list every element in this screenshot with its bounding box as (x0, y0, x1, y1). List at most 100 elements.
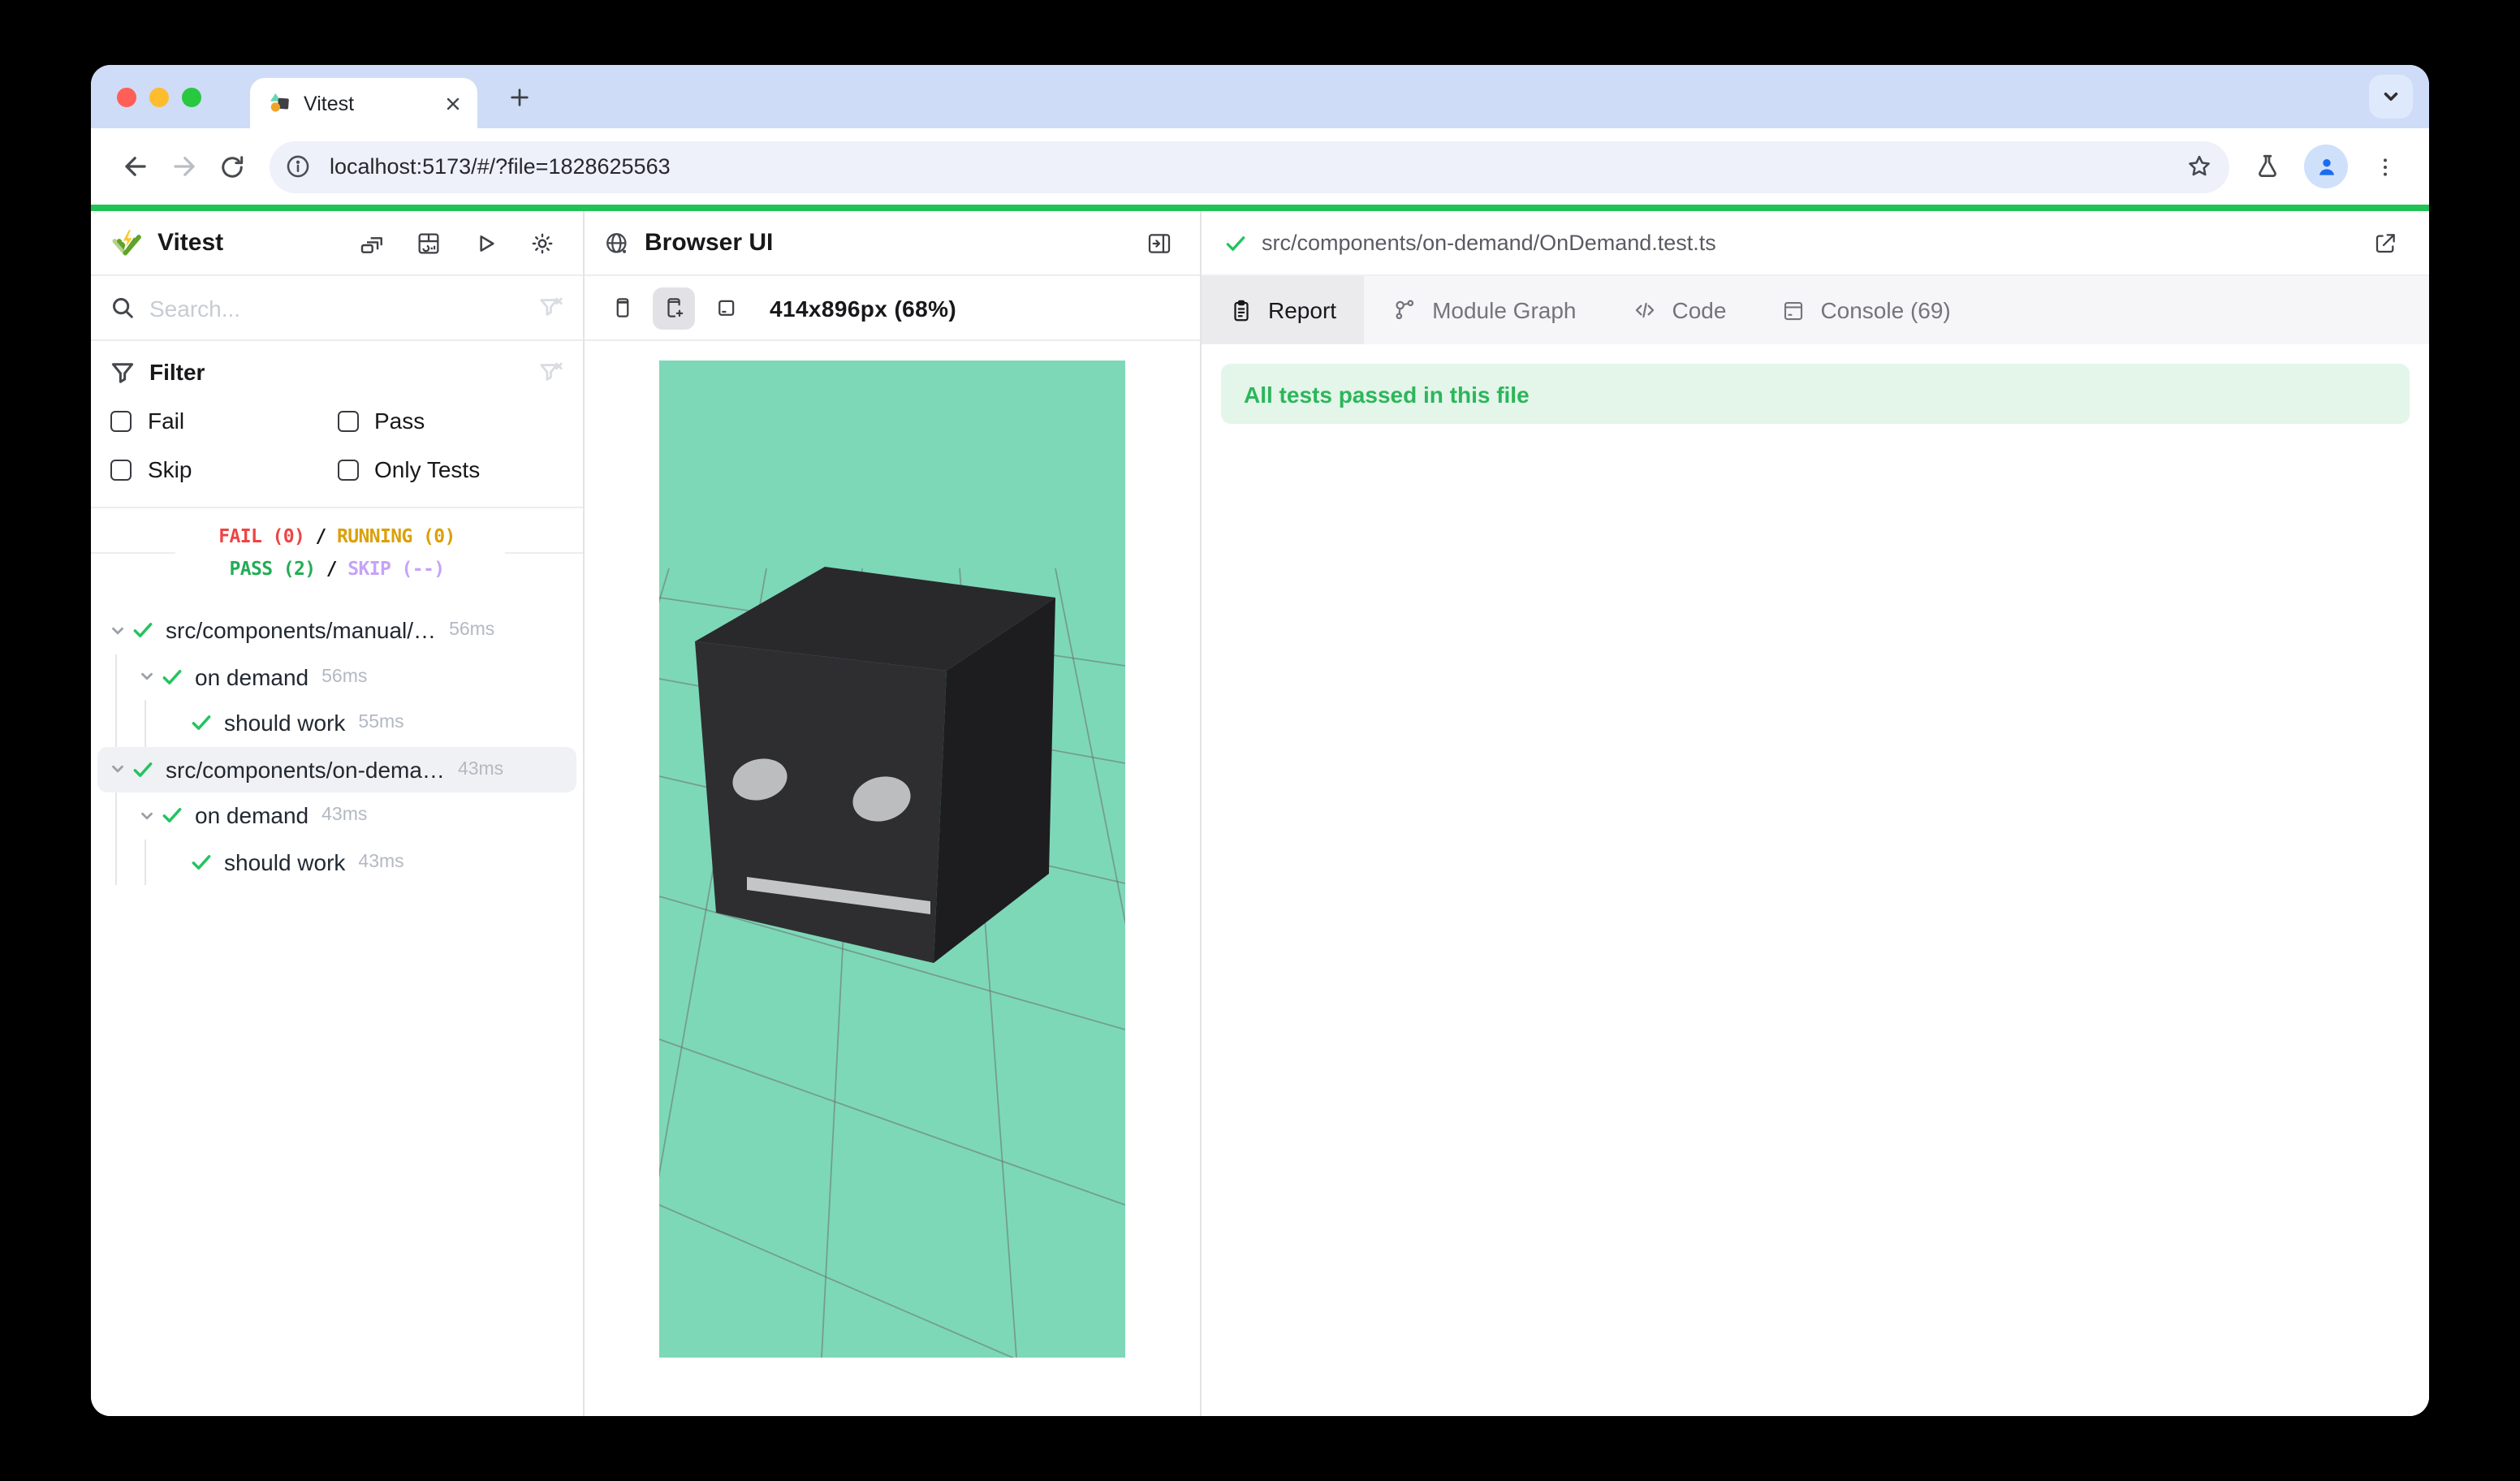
back-arrow-icon (119, 151, 150, 182)
search-input[interactable] (149, 295, 524, 321)
chevron-down-icon (2380, 86, 2401, 107)
report-header: src/components/on-demand/OnDemand.test.t… (1202, 211, 2429, 276)
tab-search-button[interactable] (2369, 75, 2413, 119)
tab-close-icon[interactable] (443, 93, 463, 113)
app-title: Vitest (158, 229, 223, 257)
info-icon (283, 153, 311, 180)
tab-strip: Vitest (91, 65, 2429, 128)
test-tree-row[interactable]: should work 43ms (97, 839, 576, 885)
device-phone-touch-button[interactable] (653, 287, 695, 329)
chevron-down-icon[interactable] (104, 622, 130, 640)
close-window-button[interactable] (117, 87, 136, 106)
threejs-scene (659, 361, 1125, 1358)
test-duration: 56ms (449, 621, 494, 641)
three-dot-menu-icon (2372, 153, 2398, 179)
checkbox[interactable] (337, 410, 358, 431)
sun-icon (529, 230, 555, 256)
test-duration: 43ms (458, 760, 503, 779)
tablet-icon (714, 296, 738, 320)
forward-button[interactable] (159, 142, 208, 191)
checkbox[interactable] (110, 410, 132, 431)
browser-menu-button[interactable] (2361, 142, 2410, 191)
reload-button[interactable] (208, 142, 257, 191)
filter-checkbox-only-tests[interactable]: Only Tests (337, 456, 563, 482)
browser-window: Vitest (91, 65, 2429, 1416)
url-text[interactable]: localhost:5173/#/?file=1828625563 (330, 154, 671, 179)
sidebar-header: Vitest (91, 211, 583, 276)
clear-filter-icon[interactable] (539, 360, 563, 384)
open-in-editor-button[interactable] (2364, 222, 2406, 264)
report-icon (1229, 298, 1254, 322)
experiments-button[interactable] (2242, 142, 2291, 191)
back-button[interactable] (110, 142, 159, 191)
test-tree-row[interactable]: on demand 43ms (97, 792, 576, 839)
test-duration: 55ms (358, 714, 403, 733)
tab-module-graph[interactable]: Module Graph (1364, 276, 1603, 344)
chevron-down-icon[interactable] (133, 807, 159, 825)
test-duration: 56ms (321, 667, 367, 687)
chevron-down-icon[interactable] (104, 761, 130, 779)
code-icon (1632, 297, 1658, 323)
report-panel: src/components/on-demand/OnDemand.test.t… (1202, 211, 2429, 1416)
external-link-icon (2372, 230, 2398, 256)
device-tablet-button[interactable] (705, 287, 747, 329)
checkbox[interactable] (337, 459, 358, 480)
collapse-panels-button[interactable] (351, 222, 393, 264)
device-phone-button[interactable] (601, 287, 643, 329)
new-tab-button[interactable] (500, 77, 539, 116)
favicon-icon (268, 91, 292, 115)
maximize-window-button[interactable] (182, 87, 201, 106)
browser-tab[interactable]: Vitest (250, 78, 477, 128)
test-progress-bar (91, 205, 2429, 211)
person-icon (2313, 153, 2339, 179)
profile-avatar[interactable] (2304, 145, 2348, 188)
test-file-path: src/components/on-demand/OnDemand.test.t… (1262, 231, 1716, 255)
fail-count: FAIL (0) (218, 525, 304, 547)
site-info-button[interactable] (276, 145, 318, 188)
address-bar[interactable]: localhost:5173/#/?file=1828625563 (270, 140, 2229, 192)
browser-ui-panel: Browser UI 414x896px (585, 211, 1202, 1416)
checkbox[interactable] (110, 459, 132, 480)
phone-icon (610, 296, 634, 320)
clear-search-filter-icon[interactable] (539, 296, 563, 320)
filter-checkbox-skip[interactable]: Skip (110, 456, 337, 482)
forward-arrow-icon (168, 151, 199, 182)
test-tree-row[interactable]: should work 55ms (97, 700, 576, 746)
tab-title: Vitest (304, 92, 432, 114)
report-tabs: Report Module Graph Code Console (69) (1202, 276, 2429, 344)
dashboard-button[interactable] (408, 222, 450, 264)
test-tree-row[interactable]: src/components/on-dema… 43ms (97, 746, 576, 792)
test-tree-row[interactable]: src/components/manual/… 56ms (97, 607, 576, 654)
run-all-button[interactable] (464, 222, 507, 264)
tab-code[interactable]: Code (1604, 276, 1754, 344)
panel-right-icon (1146, 230, 1172, 256)
console-icon (1781, 298, 1806, 322)
tab-report[interactable]: Report (1202, 276, 1364, 344)
report-body: All tests passed in this file (1202, 344, 2429, 1416)
tester-viewport[interactable] (659, 361, 1125, 1358)
play-icon (472, 230, 498, 256)
window-controls (117, 87, 201, 106)
test-duration: 43ms (358, 853, 403, 872)
filter-checkbox-fail[interactable]: Fail (110, 408, 337, 434)
vitest-logo-icon (110, 227, 143, 259)
pass-check-icon (130, 620, 156, 642)
dock-panel-button[interactable] (1138, 222, 1180, 264)
filter-checkbox-pass[interactable]: Pass (337, 408, 563, 434)
pass-count: PASS (2) (230, 557, 316, 580)
filter-block: Filter Fail Pass Skip Only Tests (91, 341, 583, 508)
minimize-window-button[interactable] (149, 87, 169, 106)
address-toolbar: localhost:5173/#/?file=1828625563 (91, 128, 2429, 205)
screen: Vitest (0, 0, 2520, 1481)
bookmark-star-icon[interactable] (2186, 153, 2213, 180)
viewport-size-label: 414x896px (68%) (770, 295, 956, 321)
module-graph-icon (1392, 297, 1418, 323)
pass-check-icon (1224, 231, 1247, 254)
chevron-down-icon[interactable] (133, 668, 159, 686)
theme-toggle-button[interactable] (521, 222, 563, 264)
search-icon (110, 296, 135, 320)
globe-icon (604, 230, 630, 256)
tab-console[interactable]: Console (69) (1754, 276, 1978, 344)
search-row (91, 276, 583, 341)
test-tree-row[interactable]: on demand 56ms (97, 654, 576, 700)
